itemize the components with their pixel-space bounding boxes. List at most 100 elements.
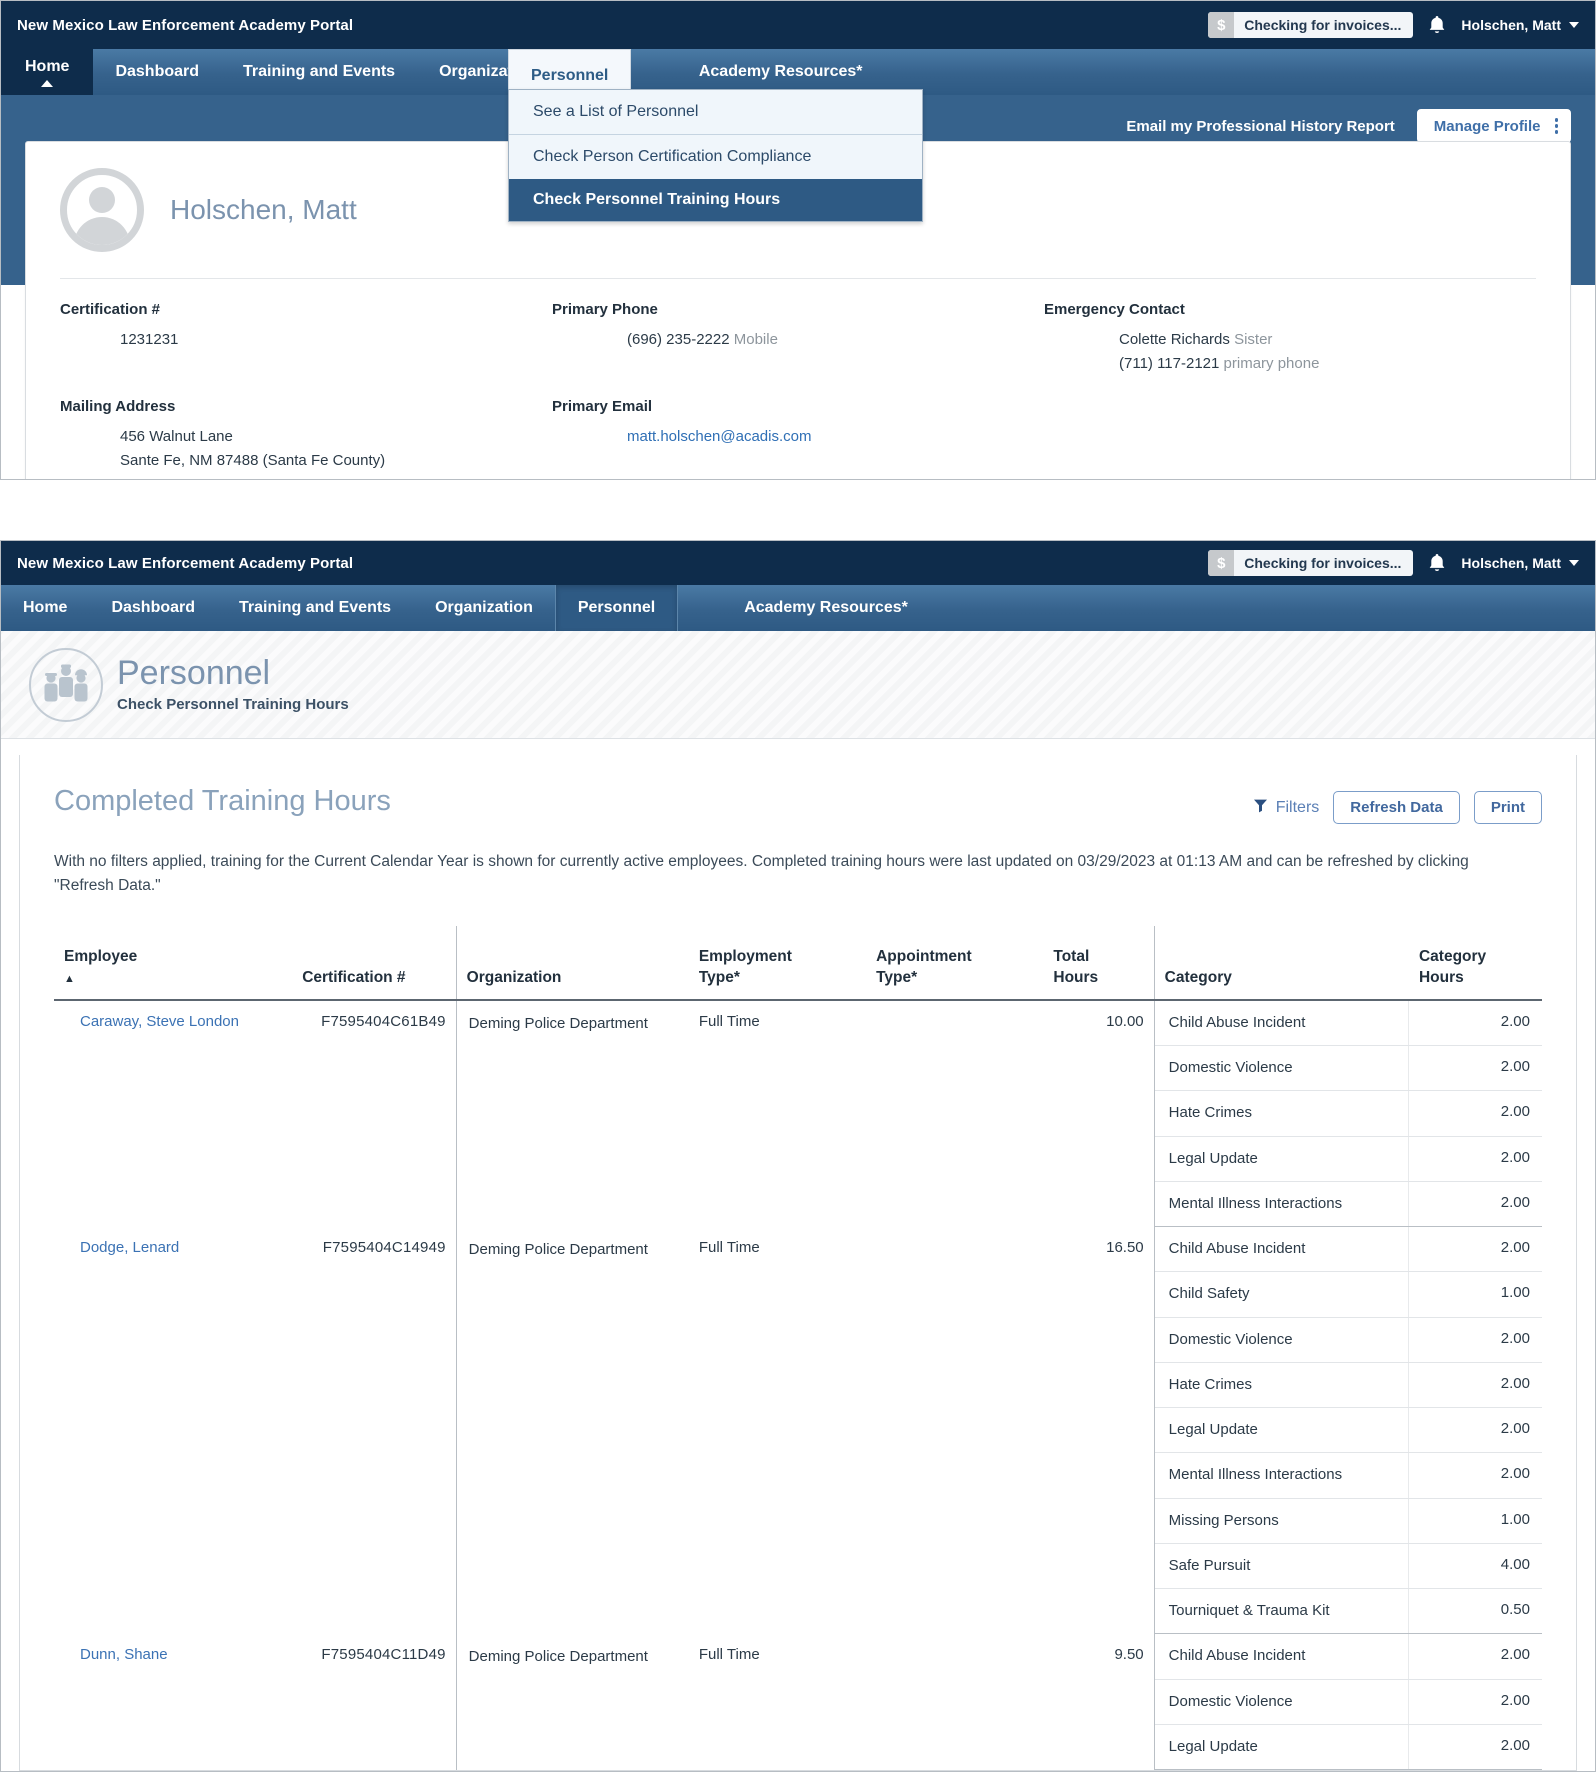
cell-category: Legal Update (1154, 1407, 1409, 1454)
funnel-icon (1253, 798, 1268, 818)
table-row: Dunn, Shane F7595404C11D49 Deming Police D… (54, 1633, 1542, 1770)
cell-category-hours: 2.00 (1408, 1407, 1542, 1454)
cell-category: Domestic Violence (1154, 1317, 1409, 1363)
cell-category: Mental Illness Interactions (1154, 1181, 1409, 1228)
column-header-employment-type[interactable]: Employment Type* (688, 926, 867, 1001)
menu-item-check-personnel-training-hours[interactable]: Check Personnel Training Hours (509, 179, 922, 221)
refresh-data-button[interactable]: Refresh Data (1333, 791, 1460, 824)
training-hours-card: Completed Training Hours Filters Refresh… (19, 755, 1577, 1772)
bell-icon[interactable] (1427, 552, 1447, 574)
column-header-category-hours[interactable]: Category Hours (1408, 926, 1542, 1001)
cell-organization: Deming Police Department (455, 1226, 689, 1634)
bell-icon[interactable] (1427, 14, 1447, 36)
field-primary-email-label: Primary Email (552, 398, 653, 415)
dollar-icon: $ (1208, 12, 1235, 38)
profile-screenshot-panel: New Mexico Law Enforcement Academy Porta… (0, 0, 1596, 480)
nav-item-organization-2-label: Organization (435, 599, 533, 616)
email-professional-history-report-link[interactable]: Email my Professional History Report (1126, 118, 1394, 135)
cell-appointment-type (866, 1634, 1043, 1770)
cell-category: Legal Update (1154, 1724, 1409, 1771)
column-header-employee-label: Employee (64, 947, 138, 965)
menu-item-check-personnel-training-hours-label: Check Personnel Training Hours (533, 191, 781, 208)
menu-item-see-a-list-of-personnel[interactable]: See a List of Personnel (509, 90, 922, 135)
personnel-group-icon (29, 647, 103, 722)
cell-category-hours: 2.00 (1408, 1633, 1542, 1680)
primary-email-link[interactable]: matt.holschen@acadis.com (552, 425, 1044, 449)
user-menu-2[interactable]: Holschen, Matt (1461, 555, 1579, 571)
table-body: Caraway, Steve London F7595404C61B49 Demin… (54, 999, 1542, 1771)
menu-item-check-person-certification-compliance[interactable]: Check Person Certification Compliance (509, 135, 922, 179)
cell-category: Child Abuse Incident (1154, 999, 1409, 1047)
field-mailing-address-label: Mailing Address (60, 398, 176, 415)
cell-category-hours: 4.00 (1408, 1543, 1542, 1590)
nav-item-personnel-2[interactable]: Personnel (554, 585, 679, 631)
print-button[interactable]: Print (1473, 791, 1542, 824)
nav-item-academy-resources-2[interactable]: Academy Resources* (722, 585, 930, 631)
page-hero-text: Personnel Check Personnel Training Hours (117, 655, 349, 712)
cell-category: Domestic Violence (1154, 1045, 1409, 1092)
cell-category: Legal Update (1154, 1136, 1409, 1182)
dollar-icon: $ (1208, 550, 1235, 576)
cell-employment-type: Full Time (698, 1012, 760, 1030)
user-menu[interactable]: Holschen, Matt (1461, 17, 1579, 33)
menu-item-check-person-certification-compliance-label: Check Person Certification Compliance (533, 148, 812, 165)
training-hours-screenshot-panel: New Mexico Law Enforcement Academy Porta… (0, 540, 1596, 1772)
cell-employee[interactable]: Dunn, Shane (54, 1634, 292, 1770)
cell-appointment-type (866, 1227, 1043, 1634)
nav-item-dashboard[interactable]: Dashboard (93, 49, 221, 95)
nav-item-home-2-label: Home (23, 599, 68, 616)
nav-item-training-and-events-2[interactable]: Training and Events (217, 585, 413, 631)
nav-item-home[interactable]: Home (1, 49, 94, 95)
table-row: Caraway, Steve London F7595404C61B49 Demin… (54, 999, 1542, 1227)
user-name-label-2: Holschen, Matt (1461, 555, 1561, 571)
column-header-appointment-type[interactable]: Appointment Type* (866, 926, 1044, 1001)
nav-item-home-2[interactable]: Home (1, 585, 89, 631)
column-header-total-hours[interactable]: Total Hours (1043, 926, 1155, 1001)
portal-title-2: New Mexico Law Enforcement Academy Porta… (17, 554, 354, 572)
field-primary-phone: Primary Phone (696) 235-2222 Mobile (552, 301, 1044, 376)
invoice-status-pill[interactable]: $ Checking for invoices... (1208, 12, 1414, 38)
table-header-row: Employee ▲ Certification # Organization … (54, 926, 1542, 1001)
mailing-address-line1: 456 Walnut Lane (120, 428, 233, 445)
kebab-menu-icon[interactable] (1554, 118, 1558, 134)
column-header-employee[interactable]: Employee ▲ (54, 926, 293, 1001)
sort-asc-icon: ▲ (64, 972, 75, 985)
cell-organization: Deming Police Department (455, 1633, 689, 1770)
nav-item-dashboard-label: Dashboard (115, 63, 200, 80)
avatar (60, 168, 144, 252)
field-certification-number-label: Certification # (60, 301, 161, 318)
field-certification-number: Certification # 1231231 (60, 301, 552, 376)
nav-item-home-label: Home (25, 57, 70, 75)
profile-action-bar: Email my Professional History Report Man… (1126, 109, 1571, 143)
nav-item-personnel-2-label: Personnel (577, 599, 656, 616)
cell-category: Safe Pursuit (1154, 1543, 1409, 1590)
profile-name: Holschen, Matt (170, 194, 357, 225)
nav-item-academy-resources-label: Academy Resources* (698, 63, 863, 80)
cell-employee[interactable]: Caraway, Steve London (54, 1000, 292, 1227)
cell-employee[interactable]: Dodge, Lenard (54, 1227, 292, 1634)
invoice-status-pill-2[interactable]: $ Checking for invoices... (1208, 550, 1414, 576)
mailing-address-line2: Sante Fe, NM 87488 (Santa Fe County) (120, 452, 386, 469)
column-header-category[interactable]: Category (1154, 926, 1409, 1001)
column-header-certification[interactable]: Certification # (292, 926, 457, 1001)
chevron-down-icon (1569, 22, 1579, 28)
column-header-organization[interactable]: Organization (455, 926, 689, 1001)
cell-certification: F7595404C14949 (322, 1238, 446, 1256)
top-bar: New Mexico Law Enforcement Academy Porta… (1, 1, 1595, 49)
cell-category: Missing Persons (1154, 1498, 1409, 1544)
emergency-contact-phone: (711) 117-2121 (1119, 355, 1220, 372)
filters-button[interactable]: Filters (1253, 798, 1320, 818)
top-bar-right-2: $ Checking for invoices... Holschen, Mat… (1208, 550, 1579, 576)
nav-item-training-and-events[interactable]: Training and Events (221, 49, 417, 95)
manage-profile-button[interactable]: Manage Profile (1416, 109, 1571, 143)
nav-item-organization-2[interactable]: Organization (413, 585, 555, 631)
cell-category-hours: 2.00 (1408, 1679, 1542, 1725)
invoice-status-text: Checking for invoices... (1244, 17, 1402, 33)
top-bar-right: $ Checking for invoices... Holschen, Mat… (1208, 12, 1579, 38)
filters-label: Filters (1275, 798, 1320, 816)
cell-category-hours: 2.00 (1408, 1226, 1542, 1273)
cell-category-hours: 2.00 (1408, 1317, 1542, 1363)
table-header: Employee ▲ Certification # Organization … (54, 926, 1542, 1001)
nav-item-dashboard-2[interactable]: Dashboard (89, 585, 217, 631)
cell-total-hours: 9.50 (1043, 1633, 1155, 1770)
